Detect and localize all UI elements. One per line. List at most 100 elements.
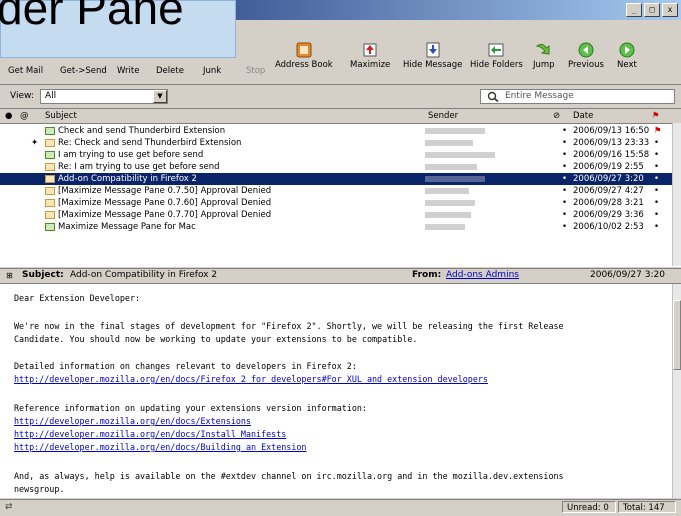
address-book-button[interactable]: Address Book (275, 42, 333, 70)
next-arrow-icon (619, 42, 635, 58)
column-subject[interactable]: Subject (45, 111, 77, 121)
junk-status-icon[interactable]: • (562, 197, 567, 209)
message-date: 2006/09/19 2:55 (573, 162, 644, 172)
message-subject: Maximize Message Pane for Mac (58, 222, 196, 232)
sender-redacted (425, 224, 465, 230)
junk-status-icon[interactable]: • (562, 209, 567, 221)
from-link[interactable]: Add-ons Admins (446, 270, 519, 280)
message-subject: [Maximize Message Pane 0.7.70] Approval … (58, 210, 272, 220)
message-date: 2006/09/28 3:21 (573, 198, 644, 208)
sender-redacted (425, 200, 475, 206)
junk-button[interactable]: Junk (203, 66, 221, 76)
thread-list-scrollbar[interactable] (672, 123, 681, 266)
attachment-icon: ✦ (31, 138, 39, 148)
column-sender[interactable]: Sender (428, 111, 458, 121)
attachment-column-icon[interactable]: @ (20, 111, 29, 121)
chevron-down-icon[interactable]: ▼ (153, 90, 167, 103)
column-date[interactable]: Date (573, 111, 593, 121)
body-link[interactable]: http://developer.mozilla.org/en/docs/Ext… (14, 416, 251, 426)
body-paragraph: We're now in the final stages of develop… (14, 321, 564, 331)
table-row[interactable]: Add-on Compatibility in Firefox 2 • 2006/0… (0, 173, 672, 185)
unread-count: Unread: 0 (562, 501, 616, 513)
message-date: 2006/09/27 3:20 (573, 174, 644, 184)
minimize-button[interactable]: _ (626, 3, 642, 17)
flag-column-icon[interactable]: ⚑ (652, 111, 660, 121)
address-book-label: Address Book (275, 60, 333, 70)
previous-arrow-icon (578, 42, 594, 58)
table-row[interactable]: ✦ Re: Check and send Thunderbird Extensio… (0, 137, 672, 149)
flag-toggle[interactable]: • (654, 209, 659, 221)
hide-folders-icon (488, 43, 504, 57)
message-subject: Re: Check and send Thunderbird Extension (58, 138, 242, 148)
junk-status-icon[interactable]: • (562, 173, 567, 185)
address-book-icon (296, 42, 312, 58)
view-value: All (45, 91, 57, 101)
delete-button[interactable]: Delete (156, 66, 184, 76)
hide-folders-button[interactable]: Hide Folders (470, 42, 523, 70)
maximize-button[interactable]: Maximize (350, 42, 390, 70)
get-send-label: Get->Send (60, 66, 107, 76)
message-subject: Re: I am trying to use get before send (58, 162, 220, 172)
jump-button[interactable]: Jump (533, 42, 555, 70)
table-row[interactable]: Maximize Message Pane for Mac • 2006/10/02… (0, 221, 672, 233)
table-row[interactable]: [Maximize Message Pane 0.7.50] Approval … (0, 185, 672, 197)
restore-button[interactable]: □ (644, 3, 660, 17)
flag-toggle[interactable]: • (654, 173, 659, 185)
sender-redacted (425, 140, 473, 146)
search-placeholder: Entire Message (505, 91, 574, 101)
from-label: From: (412, 270, 442, 280)
next-button[interactable]: Next (617, 42, 637, 70)
flag-toggle[interactable]: • (654, 221, 659, 233)
message-subject: [Maximize Message Pane 0.7.60] Approval … (58, 198, 272, 208)
table-row[interactable]: Check and send Thunderbird Extension • 200… (0, 125, 672, 137)
close-button[interactable]: x (662, 3, 678, 17)
flag-toggle[interactable]: • (654, 149, 659, 161)
body-link[interactable]: http://developer.mozilla.org/en/docs/Fir… (14, 374, 488, 384)
flag-icon[interactable]: ⚑ (654, 125, 662, 137)
sender-redacted (425, 212, 471, 218)
stop-button[interactable]: Stop (246, 66, 265, 76)
body-paragraph: newsgroup. (14, 484, 65, 494)
delete-label: Delete (156, 66, 184, 76)
body-link[interactable]: http://developer.mozilla.org/en/docs/Ins… (14, 429, 286, 439)
get-mail-button[interactable]: Get Mail (8, 66, 43, 76)
message-date: 2006/09/16 15:58 (573, 150, 650, 160)
table-row[interactable]: Re: I am trying to use get before send • 2… (0, 161, 672, 173)
junk-status-icon[interactable]: • (562, 221, 567, 233)
thread-column-icon[interactable]: ● (5, 111, 12, 121)
table-row[interactable]: [Maximize Message Pane 0.7.60] Approval … (0, 197, 672, 209)
sender-redacted (425, 128, 485, 134)
hide-message-button[interactable]: Hide Message (403, 42, 462, 70)
junk-status-column-icon[interactable]: ⊘ (553, 111, 560, 121)
junk-status-icon[interactable]: • (562, 137, 567, 149)
message-date: 2006/09/27 4:27 (573, 186, 644, 196)
body-paragraph: And, as always, help is available on the… (14, 471, 564, 481)
window-controls: _ □ x (626, 3, 678, 17)
flag-toggle[interactable]: • (654, 197, 659, 209)
online-status-icon[interactable]: ⇄ (5, 502, 13, 512)
flag-toggle[interactable]: • (654, 185, 659, 197)
message-date: 2006/10/02 2:53 (573, 222, 644, 232)
expand-header-icon[interactable]: ⊞ (6, 271, 13, 280)
view-dropdown[interactable] (40, 89, 168, 104)
junk-status-icon[interactable]: • (562, 185, 567, 197)
message-subject: I am trying to use get before send (58, 150, 204, 160)
junk-status-icon[interactable]: • (562, 161, 567, 173)
get-send-button[interactable]: Get->Send (60, 66, 107, 76)
previous-button[interactable]: Previous (568, 42, 604, 70)
message-date: 2006/09/29 3:36 (573, 210, 644, 220)
junk-status-icon[interactable]: • (562, 149, 567, 161)
flag-toggle[interactable]: • (654, 161, 659, 173)
scrollbar-thumb[interactable] (673, 300, 681, 370)
body-link[interactable]: http://developer.mozilla.org/en/docs/Bui… (14, 442, 306, 452)
junk-status-icon[interactable]: • (562, 125, 567, 137)
junk-label: Junk (203, 66, 222, 76)
hide-message-icon (426, 42, 440, 58)
table-row[interactable]: [Maximize Message Pane 0.7.70] Approval … (0, 209, 672, 221)
sender-redacted (425, 164, 477, 170)
search-icon (487, 91, 499, 102)
table-row[interactable]: I am trying to use get before send • 2006/… (0, 149, 672, 161)
flag-toggle[interactable]: • (654, 137, 659, 149)
body-paragraph: Reference information on updating your e… (14, 403, 367, 413)
write-button[interactable]: Write (117, 66, 139, 76)
